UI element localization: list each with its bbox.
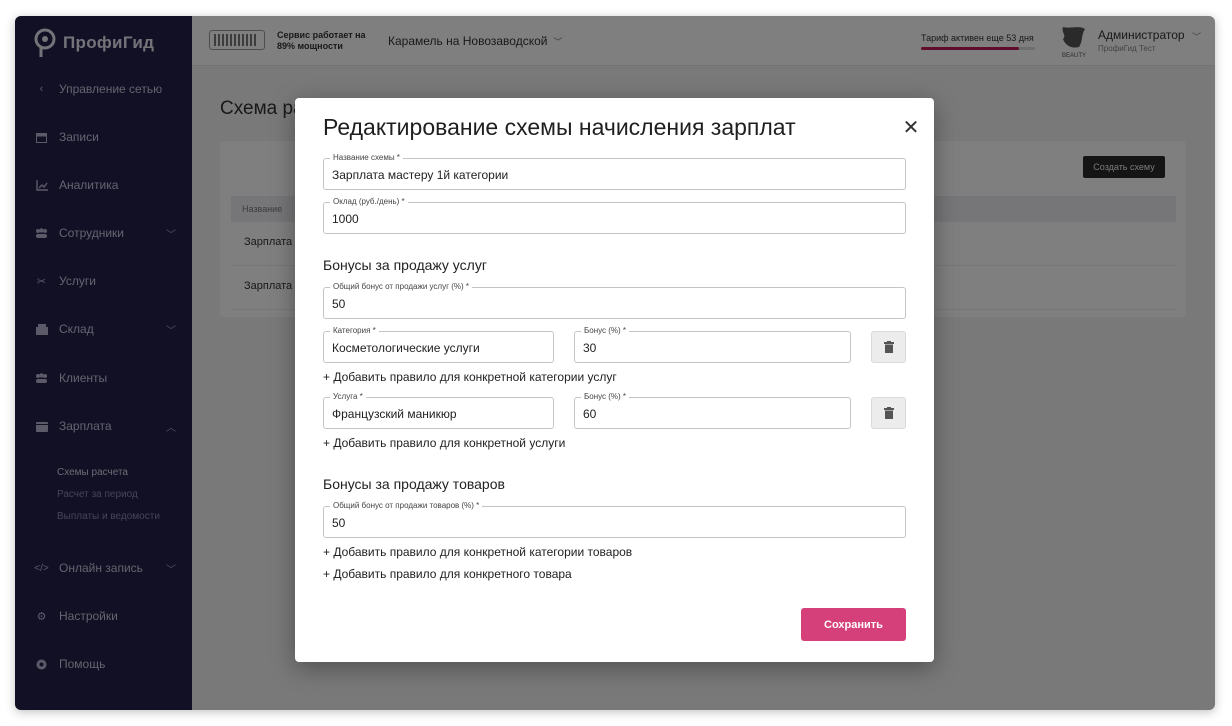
close-icon[interactable]: ✕ [902,118,920,138]
goods-bonus-heading: Бонусы за продажу товаров [323,476,505,492]
service-field[interactable]: Услуга * Французский маникюр [323,392,554,429]
add-service-rule-link[interactable]: + Добавить правило для конкретной услуги [323,436,565,450]
add-goods-category-rule-link[interactable]: + Добавить правило для конкретной катего… [323,545,632,559]
dialog-title: Редактирование схемы начисления зарплат [323,114,796,140]
service-category-field[interactable]: Категория * Косметологические услуги [323,326,554,363]
goods-total-bonus-field[interactable]: Общий бонус от продажи товаров (%) * 50 [323,501,906,538]
app-window: ПрофиГид ‹ Управление сетью Записи Анали… [15,16,1215,710]
services-bonus-heading: Бонусы за продажу услуг [323,257,487,273]
delete-category-rule-button[interactable] [871,331,906,363]
scheme-name-field[interactable]: Название схемы * Зарплата мастеру 1й кат… [323,153,906,190]
add-category-rule-link[interactable]: + Добавить правило для конкретной катего… [323,370,617,384]
add-goods-rule-link[interactable]: + Добавить правило для конкретного товар… [323,567,572,581]
save-button[interactable]: Сохранить [801,608,906,641]
trash-icon [883,407,894,419]
service-bonus-field[interactable]: Бонус (%) * 60 [574,392,851,429]
delete-service-rule-button[interactable] [871,397,906,429]
daily-salary-field[interactable]: Оклад (руб./день) * 1000 [323,197,906,234]
services-total-bonus-field[interactable]: Общий бонус от продажи услуг (%) * 50 [323,282,906,319]
trash-icon [883,341,894,353]
category-bonus-field[interactable]: Бонус (%) * 30 [574,326,851,363]
edit-salary-scheme-dialog: Редактирование схемы начисления зарплат … [295,98,934,662]
